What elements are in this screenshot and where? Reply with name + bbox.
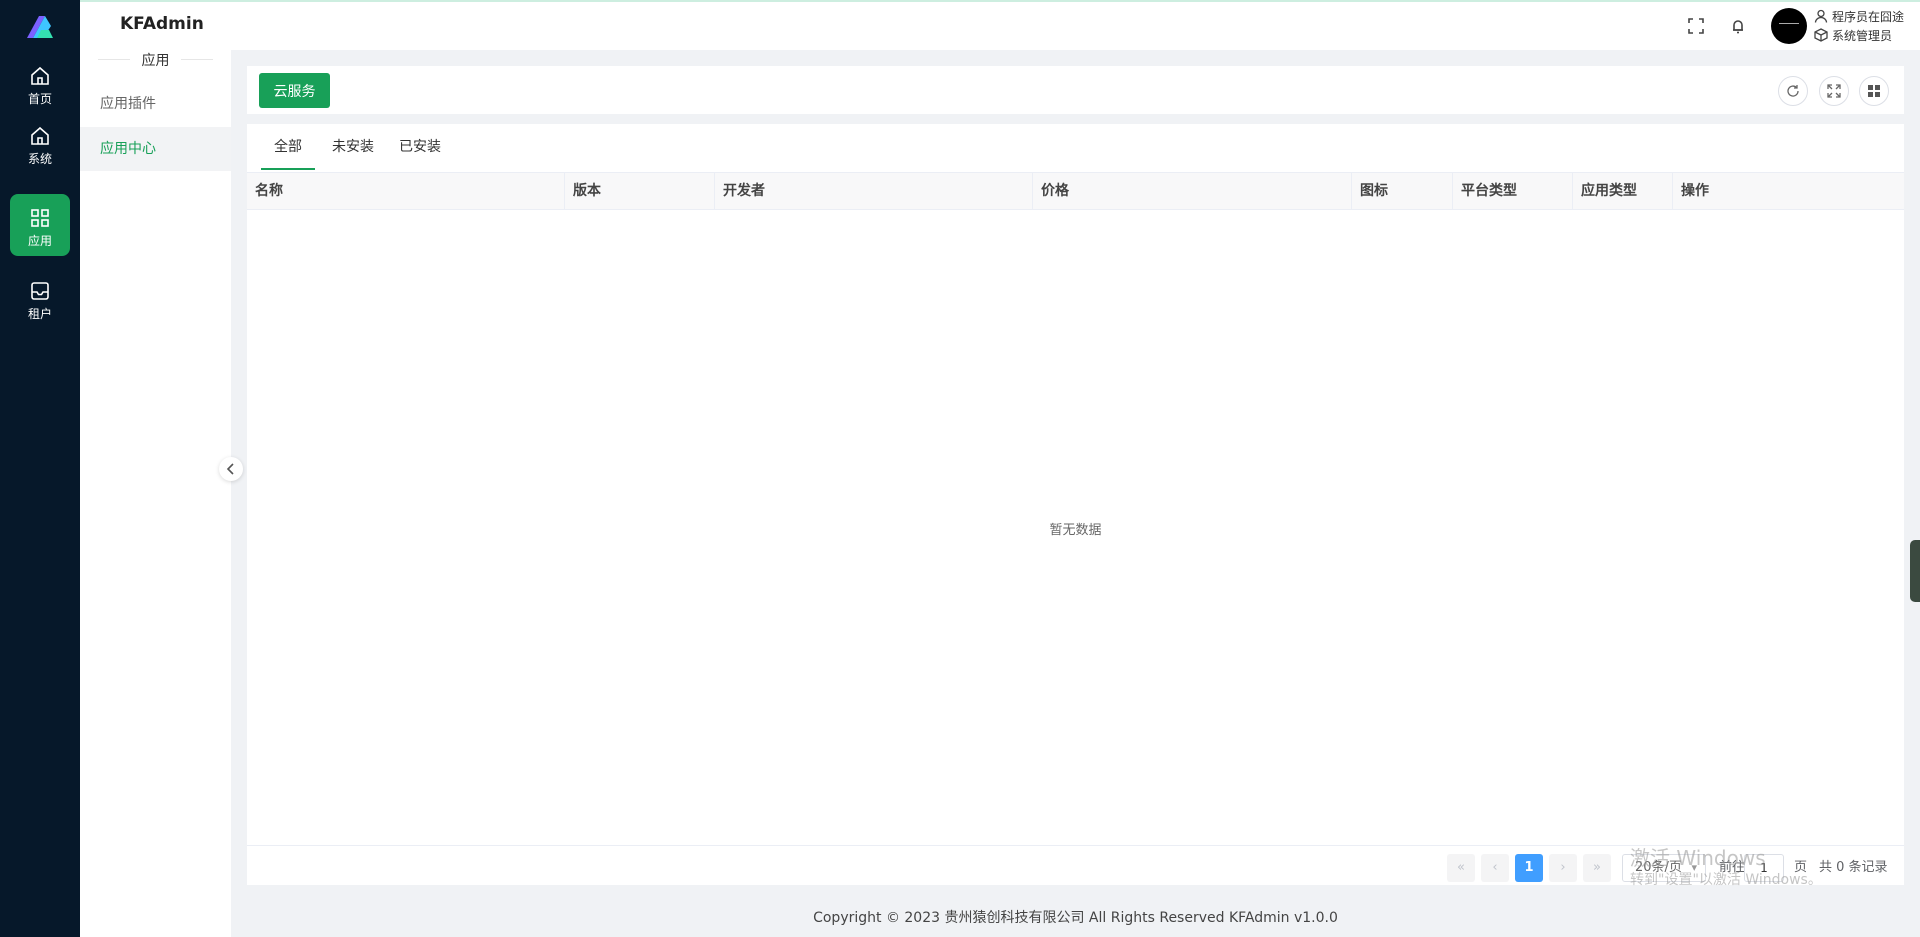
main-nav-rail: 首页 系统 应用 租户 — [0, 0, 80, 937]
main-content: 全部 未安装 已安装 名称 版本 开发者 价格 图标 平台类型 应用类型 操作 … — [247, 124, 1904, 885]
sidebar-section-title: 应用 — [80, 50, 231, 70]
column-header: 应用类型 — [1573, 173, 1673, 210]
column-header: 平台类型 — [1453, 173, 1573, 210]
goto-label: 前往 — [1719, 860, 1746, 875]
page-size-select[interactable]: 20条/页 — [1622, 854, 1706, 882]
app-title: KFAdmin — [120, 14, 204, 34]
goto-page-input[interactable] — [1744, 854, 1784, 882]
sidebar-collapse-button[interactable] — [219, 457, 243, 481]
column-header: 名称 — [247, 173, 565, 210]
rail-item-home[interactable]: 首页 — [10, 52, 70, 114]
top-header: KFAdmin 程序员在囧途 系统管理员 — [80, 0, 1920, 50]
rail-item-label: 应用 — [27, 234, 52, 248]
app-logo-icon[interactable] — [23, 12, 57, 42]
user-icon — [1814, 9, 1828, 23]
tab-installed[interactable]: 已安装 — [392, 124, 448, 170]
rail-item-system[interactable]: 系统 — [10, 112, 70, 174]
expand-button[interactable] — [1819, 76, 1849, 106]
table-header: 名称 版本 开发者 价格 图标 平台类型 应用类型 操作 — [247, 172, 1904, 210]
refresh-button[interactable] — [1778, 76, 1808, 106]
refresh-icon — [1787, 85, 1799, 97]
cube-icon — [1814, 28, 1828, 42]
footer-copyright: Copyright © 2023 贵州猿创科技有限公司 All Rights R… — [813, 910, 1338, 926]
column-header: 版本 — [565, 173, 715, 210]
sidebar-item-app-center[interactable]: 应用中心 — [80, 127, 231, 171]
side-drawer-handle[interactable] — [1910, 540, 1920, 602]
first-page-button[interactable]: « — [1447, 854, 1475, 882]
tab-all[interactable]: 全部 — [261, 124, 315, 170]
column-header: 价格 — [1033, 173, 1352, 210]
rail-item-label: 租户 — [27, 307, 52, 321]
fullscreen-icon[interactable] — [1686, 16, 1706, 36]
rail-item-label: 系统 — [27, 152, 52, 166]
user-name[interactable]: 程序员在囧途 — [1814, 8, 1904, 25]
grid-icon — [31, 209, 49, 227]
column-settings-button[interactable] — [1859, 76, 1889, 106]
secondary-sidebar: 应用 应用插件 应用中心 — [80, 50, 231, 937]
grid-icon — [1868, 85, 1880, 97]
column-header: 图标 — [1352, 173, 1453, 210]
sidebar-item-app-plugins[interactable]: 应用插件 — [80, 82, 231, 126]
last-page-button[interactable]: » — [1583, 854, 1611, 882]
page-suffix: 页 — [1794, 860, 1808, 875]
inbox-icon — [31, 282, 49, 300]
column-header: 开发者 — [715, 173, 1033, 210]
cloud-service-button[interactable]: 云服务 — [259, 73, 330, 108]
home-icon — [31, 66, 49, 85]
empty-state: 暂无数据 — [1049, 523, 1102, 538]
chevron-left-icon — [226, 463, 234, 475]
pagination: « ‹ 1 › » 20条/页 前往 页 共 0 条记录 — [247, 845, 1904, 885]
home-icon — [31, 126, 49, 145]
tab-not-installed[interactable]: 未安装 — [325, 124, 381, 170]
page-number-button[interactable]: 1 — [1515, 854, 1543, 882]
rail-item-label: 首页 — [27, 92, 52, 106]
user-role: 系统管理员 — [1814, 27, 1892, 44]
rail-item-tenant[interactable]: 租户 — [10, 267, 70, 329]
expand-icon — [1827, 84, 1841, 98]
notification-bell-icon[interactable] — [1728, 16, 1748, 36]
prev-page-button[interactable]: ‹ — [1481, 854, 1509, 882]
toolbar: 云服务 — [247, 66, 1904, 114]
column-header: 操作 — [1681, 183, 1709, 199]
next-page-button[interactable]: › — [1549, 854, 1577, 882]
rail-item-apps[interactable]: 应用 — [10, 194, 70, 256]
total-records: 共 0 条记录 — [1819, 860, 1888, 875]
avatar[interactable] — [1771, 8, 1807, 44]
